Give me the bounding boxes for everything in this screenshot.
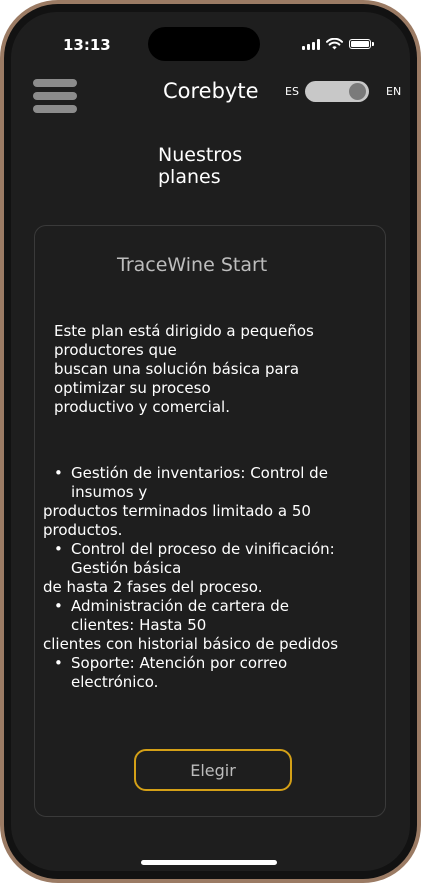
plan-description-line: optimizar su proceso xyxy=(54,379,211,397)
language-toggle[interactable] xyxy=(305,81,369,102)
feature-text: clientes: Hasta 50 xyxy=(71,616,207,634)
cellular-signal-icon xyxy=(302,38,320,50)
bullet-icon: • xyxy=(54,540,63,558)
feature-text: insumos y xyxy=(71,483,148,501)
feature-text: productos. xyxy=(43,521,123,539)
home-indicator[interactable] xyxy=(141,860,277,865)
language-label-es: ES xyxy=(285,85,299,98)
app-screen: 13:13 Corebyte ES EN Nuestros planes Tra… xyxy=(11,12,410,871)
plan-description-line: productivo y comercial. xyxy=(54,398,230,416)
app-title: Corebyte xyxy=(163,79,259,103)
plan-description: Este plan está dirigido a pequeños produ… xyxy=(54,322,374,417)
plan-description-line: productores que xyxy=(54,341,177,359)
language-label-en: EN xyxy=(386,85,402,98)
status-icons xyxy=(302,38,374,50)
wifi-icon xyxy=(326,38,343,50)
plan-card: TraceWine Start Este plan está dirigido … xyxy=(34,225,386,817)
feature-text: de hasta 2 fases del proceso. xyxy=(43,578,263,596)
bullet-icon: • xyxy=(54,654,63,672)
feature-item: • Soporte: Atención por correo xyxy=(43,654,383,673)
feature-text: Administración de cartera de xyxy=(71,597,290,615)
feature-text: electrónico. xyxy=(71,673,159,691)
feature-text: Gestión básica xyxy=(71,559,182,577)
plan-description-line: buscan una solución básica para xyxy=(54,360,300,378)
feature-text: Control del proceso de vinificación: xyxy=(71,540,335,558)
bullet-icon: • xyxy=(54,597,63,615)
language-toggle-knob xyxy=(349,83,366,100)
feature-text: clientes con historial básico de pedidos xyxy=(43,635,339,653)
feature-item: • Administración de cartera de xyxy=(43,597,383,616)
hamburger-menu-icon[interactable] xyxy=(33,79,77,113)
battery-icon xyxy=(349,39,374,49)
feature-text: productos terminados limitado a 50 xyxy=(43,502,311,520)
page-title: Nuestros planes xyxy=(158,144,278,188)
choose-plan-button[interactable]: Elegir xyxy=(134,749,292,791)
status-time: 13:13 xyxy=(63,36,111,54)
feature-text: Gestión de inventarios: Control de xyxy=(71,464,328,482)
feature-item: • Gestión de inventarios: Control de xyxy=(43,464,383,483)
page-title-line: Nuestros xyxy=(158,144,243,166)
dynamic-island xyxy=(148,27,260,61)
plan-description-line: Este plan está dirigido a pequeños xyxy=(54,322,314,340)
bullet-icon: • xyxy=(54,464,63,482)
plan-features-list: • Gestión de inventarios: Control de insu… xyxy=(43,464,383,692)
page-title-line: planes xyxy=(158,166,221,188)
feature-text: Soporte: Atención por correo xyxy=(71,654,288,672)
plan-name: TraceWine Start xyxy=(117,254,268,276)
feature-item: • Control del proceso de vinificación: xyxy=(43,540,383,559)
